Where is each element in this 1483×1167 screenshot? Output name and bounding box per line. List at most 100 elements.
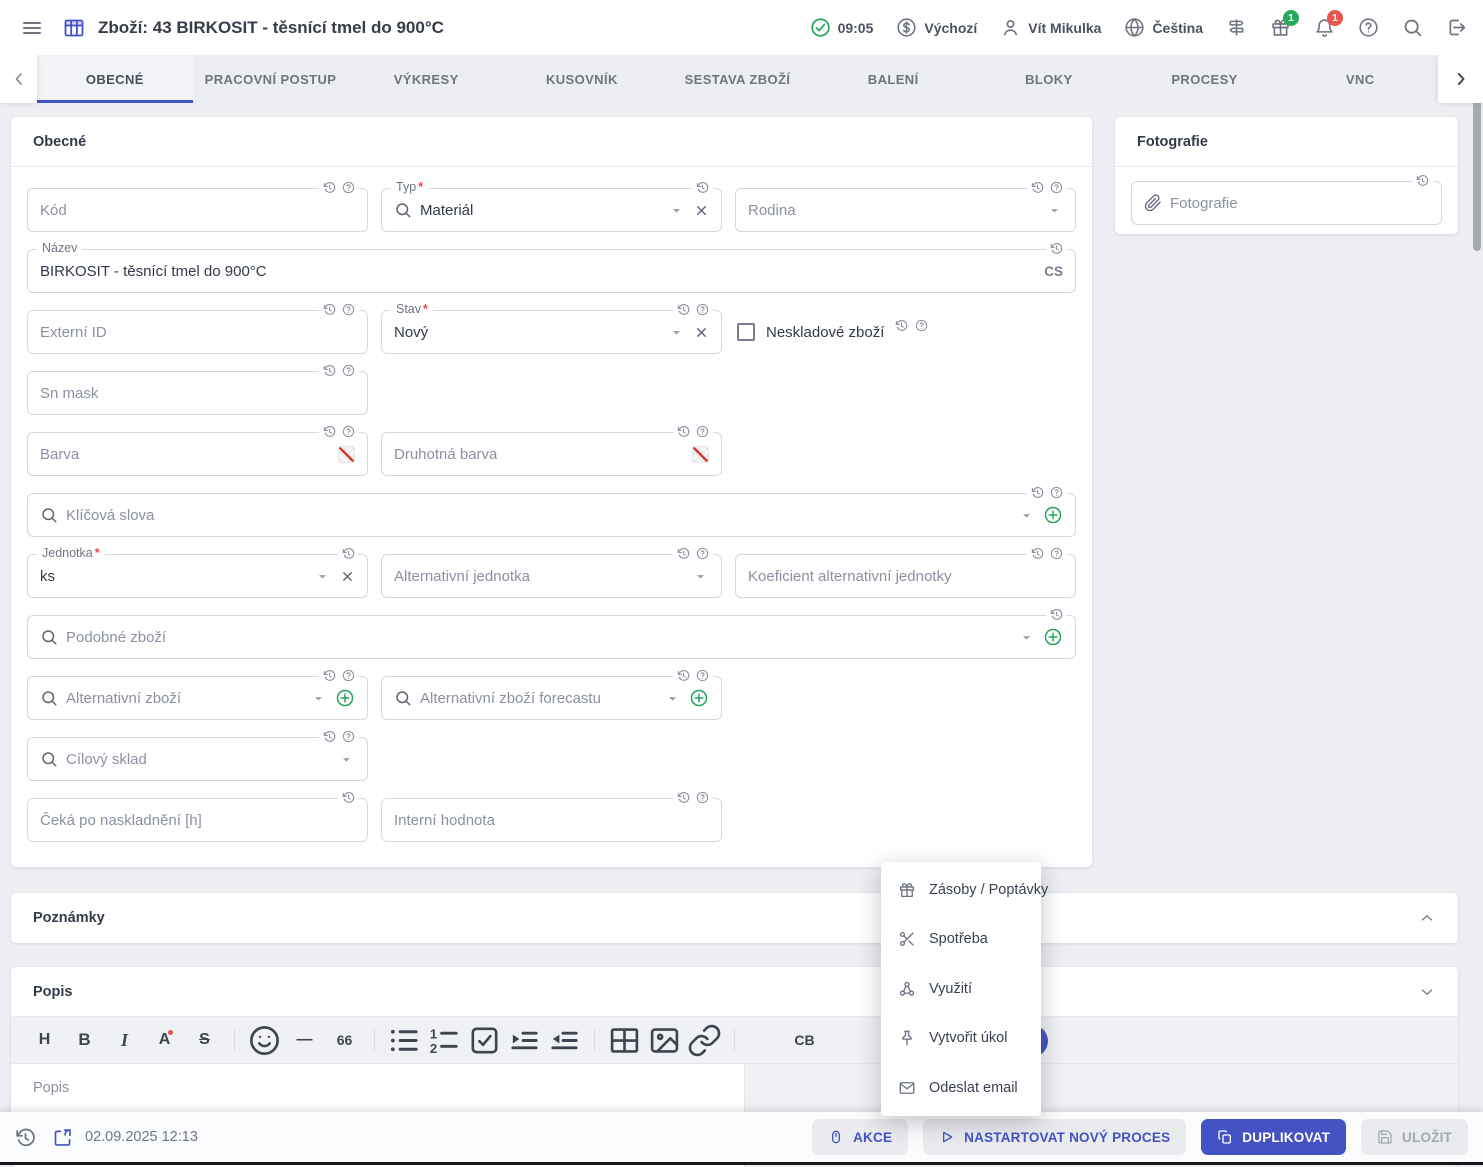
field-koeficient-alternativni-jednotky[interactable]: Koeficient alternativní jednotky bbox=[735, 554, 1076, 598]
dropdown-icon[interactable] bbox=[1018, 507, 1035, 524]
help-icon[interactable] bbox=[342, 364, 355, 377]
color-swatch-icon[interactable] bbox=[338, 446, 355, 463]
dropdown-icon[interactable] bbox=[692, 568, 709, 585]
field-externi-id[interactable]: Externí ID bbox=[27, 310, 368, 354]
history-icon[interactable] bbox=[1050, 608, 1063, 621]
history-icon[interactable] bbox=[677, 303, 690, 316]
save-button[interactable]: ULOŽIT bbox=[1361, 1119, 1468, 1155]
history-icon[interactable] bbox=[323, 730, 336, 743]
history-icon[interactable] bbox=[677, 791, 690, 804]
tab-vnc[interactable]: VNC bbox=[1282, 55, 1438, 103]
profile-switcher[interactable]: Výchozí bbox=[896, 17, 977, 38]
help-icon[interactable] bbox=[342, 303, 355, 316]
history-icon[interactable] bbox=[696, 181, 709, 194]
table-button[interactable] bbox=[607, 1023, 642, 1057]
history-icon[interactable] bbox=[342, 791, 355, 804]
indent-button[interactable] bbox=[507, 1023, 542, 1057]
field-kod[interactable]: Kód bbox=[27, 188, 368, 232]
help-icon[interactable] bbox=[1050, 181, 1063, 194]
field-alternativni-jednotka[interactable]: Alternativní jednotka bbox=[381, 554, 722, 598]
expand-chevron-down-icon[interactable] bbox=[1418, 983, 1436, 1001]
history-icon[interactable] bbox=[323, 303, 336, 316]
plus-icon[interactable] bbox=[1043, 627, 1063, 647]
field-stav[interactable]: Stav*Nový bbox=[381, 310, 722, 354]
plus-icon[interactable] bbox=[1043, 505, 1063, 525]
help-icon[interactable] bbox=[1050, 486, 1063, 499]
help-icon[interactable] bbox=[696, 303, 709, 316]
help-icon[interactable] bbox=[696, 547, 709, 560]
history-icon[interactable] bbox=[895, 319, 908, 332]
check-list-button[interactable] bbox=[467, 1023, 502, 1057]
tab-baleni[interactable]: BALENÍ bbox=[815, 55, 971, 103]
collapse-chevron-up-icon[interactable] bbox=[1418, 909, 1436, 927]
help-icon[interactable] bbox=[696, 669, 709, 682]
image-button[interactable] bbox=[647, 1023, 682, 1057]
help-icon[interactable] bbox=[342, 425, 355, 438]
tab-kusovnik[interactable]: KUSOVNÍK bbox=[504, 55, 660, 103]
open-record-icon[interactable] bbox=[52, 1127, 73, 1148]
search-button[interactable] bbox=[1402, 17, 1423, 38]
help-icon[interactable] bbox=[915, 319, 928, 332]
menu-item-odeslat-email[interactable]: Odeslat email bbox=[881, 1063, 1041, 1113]
clear-icon[interactable] bbox=[694, 203, 709, 218]
tab-sestava-zbozi[interactable]: SESTAVA ZBOŽÍ bbox=[660, 55, 816, 103]
italic-button[interactable]: I bbox=[107, 1023, 142, 1057]
checkbox-neskladove-zbozi[interactable] bbox=[737, 323, 755, 341]
dropdown-icon[interactable] bbox=[668, 202, 685, 219]
clear-icon[interactable] bbox=[340, 569, 355, 584]
plus-icon[interactable] bbox=[335, 688, 355, 708]
tabs-scroll-left-button[interactable] bbox=[0, 55, 37, 103]
user-menu[interactable]: Vít Mikulka bbox=[1000, 17, 1101, 38]
dropdown-icon[interactable] bbox=[668, 324, 685, 341]
duplicate-button[interactable]: DUPLIKOVAT bbox=[1201, 1119, 1346, 1155]
help-icon[interactable] bbox=[1050, 547, 1063, 560]
field-barva[interactable]: Barva bbox=[27, 432, 368, 476]
help-icon[interactable] bbox=[342, 669, 355, 682]
menu-item-vyuziti[interactable]: Využití bbox=[881, 964, 1041, 1014]
field-druhotna-barva[interactable]: Druhotná barva bbox=[381, 432, 722, 476]
horizontal-rule-button[interactable]: — bbox=[287, 1023, 322, 1057]
notifications-button[interactable]: 1 bbox=[1314, 17, 1335, 38]
history-icon[interactable] bbox=[677, 425, 690, 438]
tab-procesy[interactable]: PROCESY bbox=[1127, 55, 1283, 103]
history-icon[interactable] bbox=[1416, 174, 1429, 187]
bold-button[interactable]: B bbox=[67, 1023, 102, 1057]
help-icon[interactable] bbox=[342, 181, 355, 194]
tab-bloky[interactable]: BLOKY bbox=[971, 55, 1127, 103]
ordered-list-button[interactable]: 12 bbox=[427, 1023, 462, 1057]
field-klicova-slova[interactable]: Klíčová slova bbox=[27, 493, 1076, 537]
code-button[interactable] bbox=[747, 1023, 782, 1057]
news-button[interactable]: 1 bbox=[1270, 17, 1291, 38]
blockquote-button[interactable]: 66 bbox=[327, 1023, 362, 1057]
dropdown-icon[interactable] bbox=[314, 568, 331, 585]
history-icon[interactable] bbox=[342, 547, 355, 560]
field-ceka-po-naskladneni[interactable]: Čeká po naskladnění [h] bbox=[27, 798, 368, 842]
history-icon[interactable] bbox=[1031, 486, 1044, 499]
history-icon[interactable] bbox=[1031, 181, 1044, 194]
clear-icon[interactable] bbox=[694, 325, 709, 340]
menu-item-spotreba[interactable]: Spotřeba bbox=[881, 915, 1041, 965]
start-new-process-button[interactable]: NASTARTOVAT NOVÝ PROCES bbox=[923, 1119, 1186, 1155]
hamburger-menu-icon[interactable] bbox=[20, 16, 44, 40]
help-icon[interactable] bbox=[696, 791, 709, 804]
text-color-button[interactable]: A bbox=[147, 1023, 182, 1057]
heading-button[interactable]: H bbox=[27, 1023, 62, 1057]
field-nazev[interactable]: NázevBIRKOSIT - těsnící tmel do 900°CCS bbox=[27, 249, 1076, 293]
history-icon[interactable] bbox=[677, 669, 690, 682]
akce-button[interactable]: AKCE bbox=[812, 1119, 908, 1155]
tab-vykresy[interactable]: VÝKRESY bbox=[348, 55, 504, 103]
field-alternativni-zbozi[interactable]: Alternativní zboží bbox=[27, 676, 368, 720]
dropdown-icon[interactable] bbox=[338, 751, 355, 768]
help-button[interactable] bbox=[1358, 17, 1379, 38]
history-icon[interactable] bbox=[323, 425, 336, 438]
code-block-button[interactable]: CB bbox=[787, 1023, 822, 1057]
field-typ[interactable]: Typ*Materiál bbox=[381, 188, 722, 232]
field-cilovy-sklad[interactable]: Cílový sklad bbox=[27, 737, 368, 781]
field-interni-hodnota[interactable]: Interní hodnota bbox=[381, 798, 722, 842]
field-fotografie[interactable]: Fotografie bbox=[1131, 181, 1442, 225]
field-alternativni-zbozi-forecastu[interactable]: Alternativní zboží forecastu bbox=[381, 676, 722, 720]
plus-icon[interactable] bbox=[689, 688, 709, 708]
guidepost-button[interactable] bbox=[1226, 17, 1247, 38]
tab-pracovni-postup[interactable]: PRACOVNÍ POSTUP bbox=[193, 55, 349, 103]
help-icon[interactable] bbox=[342, 730, 355, 743]
